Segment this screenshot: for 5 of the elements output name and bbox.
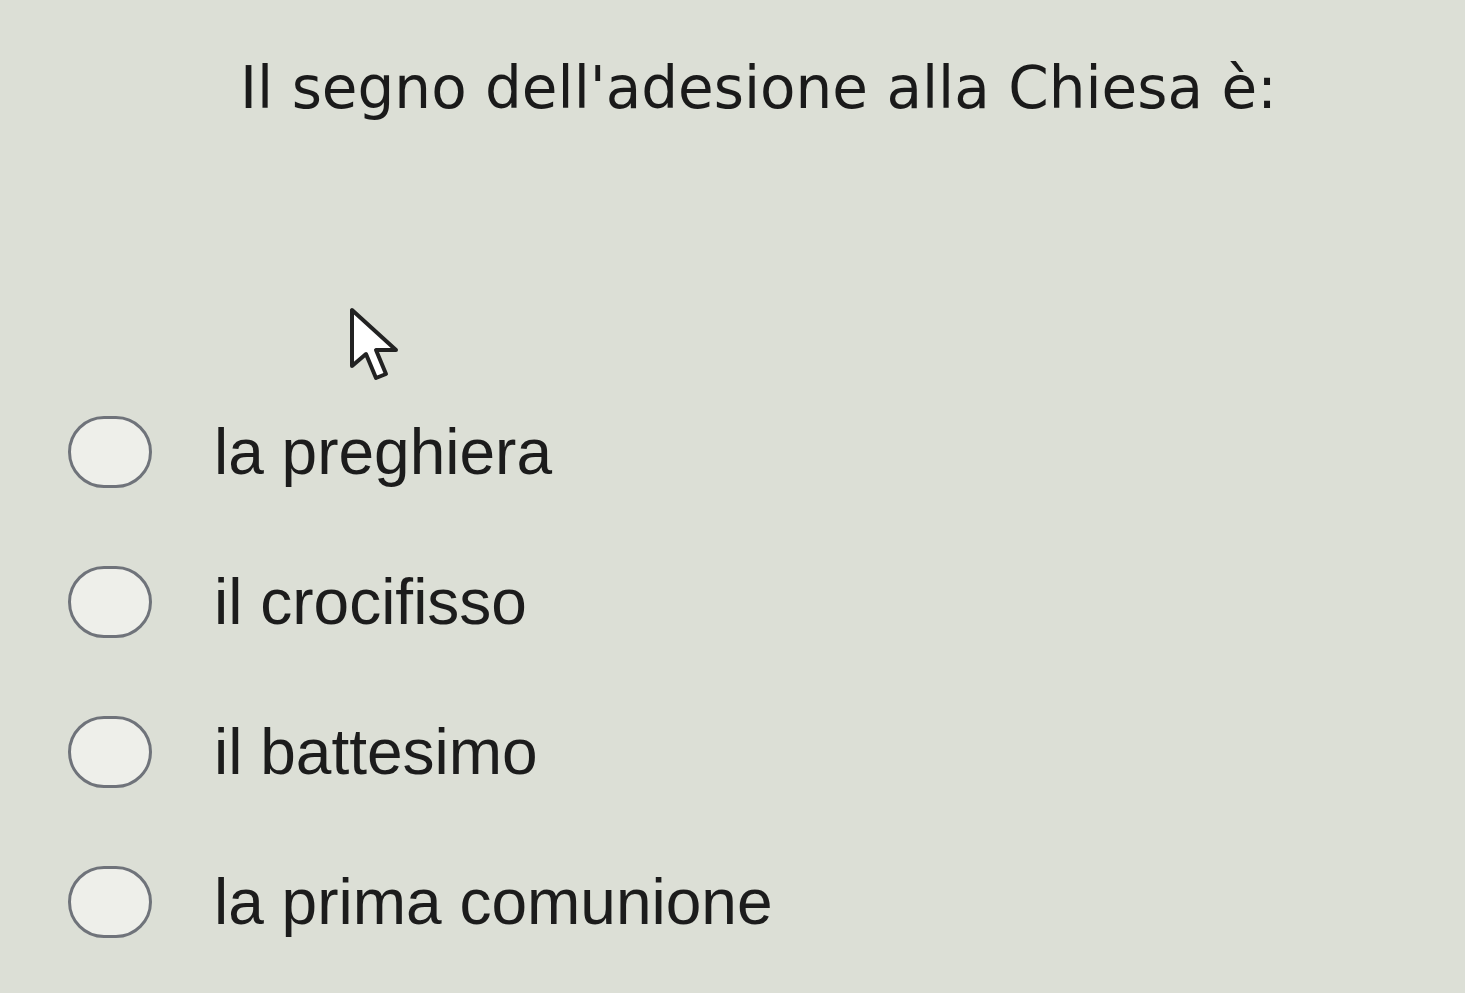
question-text: Il segno dell'adesione alla Chiesa è:	[240, 53, 1277, 124]
option-label[interactable]: la prima comunione	[214, 866, 773, 938]
option-label[interactable]: il crocifisso	[214, 566, 527, 638]
option-label[interactable]: la preghiera	[214, 416, 552, 488]
option-label[interactable]: il battesimo	[214, 716, 538, 788]
